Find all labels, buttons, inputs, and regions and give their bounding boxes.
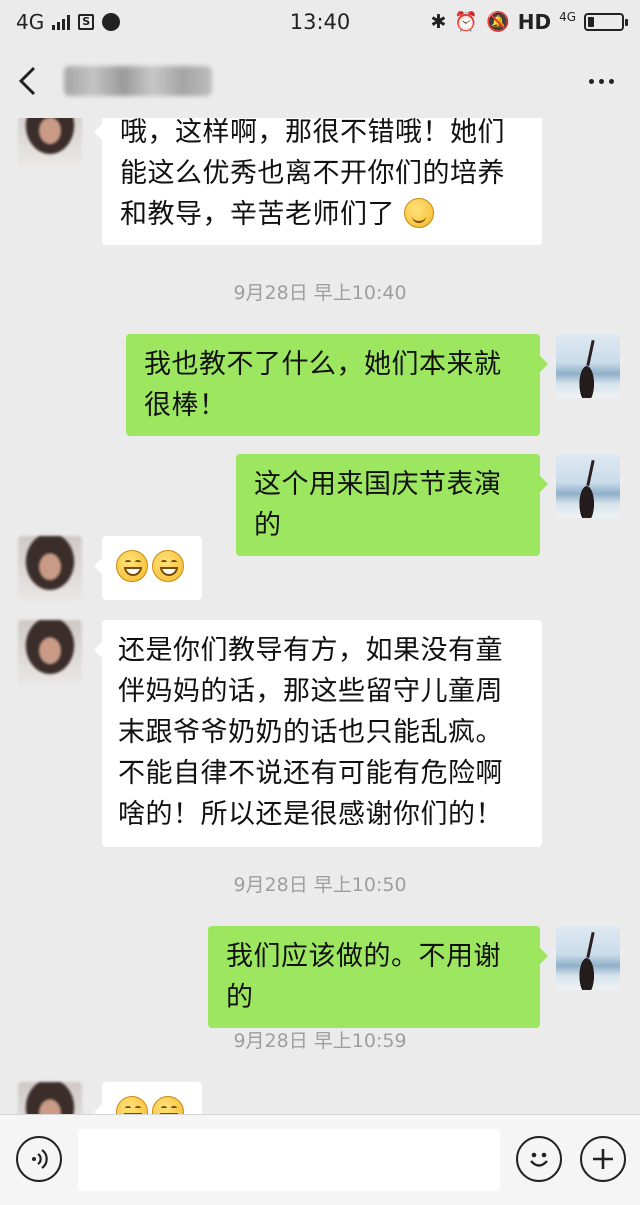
- message-input[interactable]: [78, 1129, 500, 1191]
- status-left: 4G S: [16, 10, 121, 34]
- sim-icon: S: [78, 14, 95, 30]
- message-text: 我们应该做的。不用谢的: [226, 941, 501, 1013]
- message-bubble-incoming[interactable]: 还是你们教导有方，如果没有童伴妈妈的话，那这些留守儿童周末跟爷爷奶奶的话也只能乱…: [94, 620, 542, 847]
- smiling-face-icon: [404, 198, 435, 228]
- input-bar: [0, 1114, 640, 1205]
- self-avatar[interactable]: [556, 454, 620, 518]
- app-notification-icon: [102, 13, 121, 31]
- chevron-left-icon[interactable]: [16, 66, 38, 96]
- message-text: 还是你们教导有方，如果没有童伴妈妈的话，那这些留守儿童周末跟爷爷奶奶的话也只能乱…: [118, 635, 503, 830]
- grinning-face-icon: [152, 1096, 184, 1114]
- self-avatar[interactable]: [556, 334, 620, 398]
- message-bubble-outgoing[interactable]: 这个用来国庆节表演的: [236, 454, 548, 556]
- timestamp: 9月28日 早上10:59: [233, 1030, 407, 1052]
- contact-name-blurred[interactable]: [64, 66, 212, 96]
- more-dots-icon[interactable]: [579, 69, 624, 94]
- signal-icon: [52, 14, 71, 30]
- contact-avatar[interactable]: [18, 1082, 82, 1114]
- network-label: 4G: [16, 10, 45, 34]
- message-bubble-outgoing[interactable]: 我也教不了什么，她们本来就很棒！: [126, 334, 548, 436]
- title-bar: [0, 44, 640, 118]
- chat-area[interactable]: 哦，这样啊，那很不错哦！她们能这么优秀也离不开你们的培养和教导，辛苦老师们了 9…: [0, 118, 640, 1114]
- message-text: 我也教不了什么，她们本来就很棒！: [144, 349, 502, 421]
- bluetooth-icon: ✱: [430, 10, 447, 33]
- timestamp: 9月28日 早上10:40: [233, 282, 407, 304]
- contact-avatar[interactable]: [18, 620, 82, 684]
- message-bubble-incoming[interactable]: [94, 1082, 202, 1114]
- message-bubble-incoming[interactable]: 哦，这样啊，那很不错哦！她们能这么优秀也离不开你们的培养和教导，辛苦老师们了: [94, 118, 542, 245]
- plus-icon[interactable]: [580, 1136, 626, 1182]
- self-avatar[interactable]: [556, 926, 620, 990]
- message-bubble-outgoing[interactable]: 我们应该做的。不用谢的: [208, 926, 548, 1028]
- message-bubble-incoming[interactable]: [94, 536, 202, 600]
- voice-icon[interactable]: [16, 1136, 62, 1182]
- mute-icon: 🔕: [486, 10, 510, 33]
- alarm-icon: ⏰: [454, 10, 479, 33]
- timestamp: 9月28日 早上10:50: [233, 874, 407, 896]
- battery-icon: [584, 13, 628, 31]
- grinning-face-icon: [116, 1096, 148, 1114]
- grinning-face-icon: [116, 550, 148, 582]
- network-label-right: 4G: [559, 10, 576, 24]
- grinning-face-icon: [152, 550, 184, 582]
- hd-label: HD: [517, 10, 552, 34]
- contact-avatar[interactable]: [18, 118, 82, 164]
- status-bar: 4G S 13:40 ✱ ⏰ 🔕 HD 4G: [0, 0, 640, 44]
- message-text: 哦，这样啊，那很不错哦！她们能这么优秀也离不开你们的培养和教导，辛苦老师们了: [120, 118, 505, 230]
- message-text: 这个用来国庆节表演的: [254, 469, 502, 541]
- contact-avatar[interactable]: [18, 536, 82, 600]
- emoji-icon[interactable]: [516, 1136, 562, 1182]
- status-right: ✱ ⏰ 🔕 HD 4G: [430, 10, 628, 34]
